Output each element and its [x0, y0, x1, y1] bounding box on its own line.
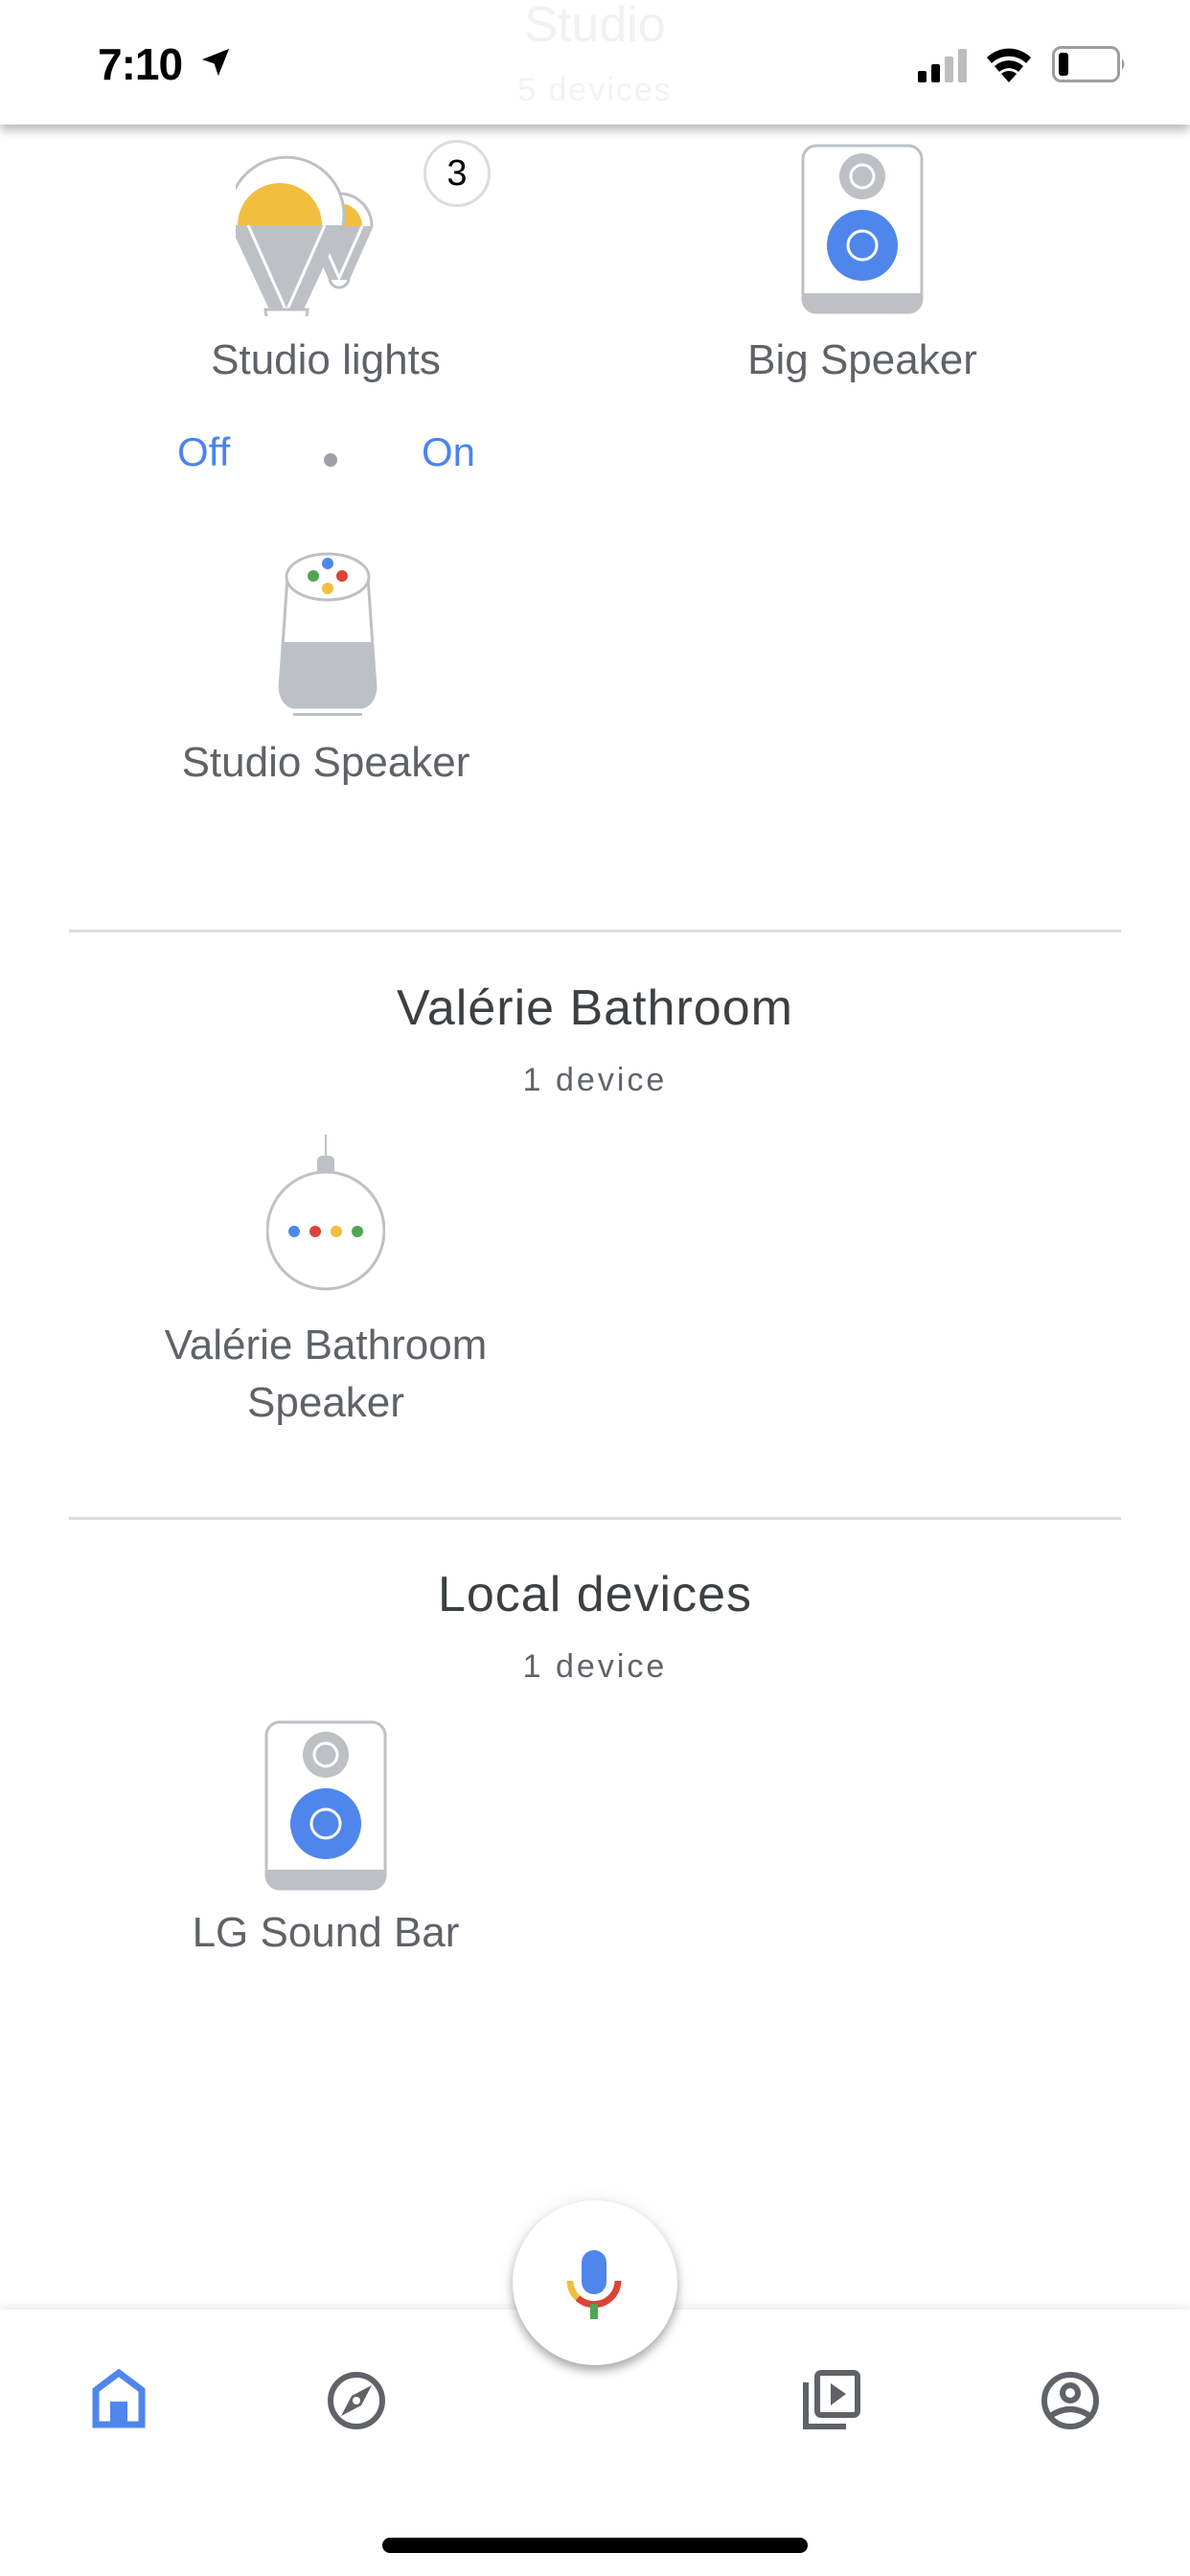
room-title: Valérie Bathroom [397, 980, 793, 1036]
lights-on-button[interactable]: On [422, 429, 475, 475]
top-header: Studio 5 devices 7:10 [0, 0, 1190, 125]
google-home-speaker-icon [278, 552, 378, 716]
toggle-separator-dot [324, 453, 337, 467]
device-label-line2: Speaker [247, 1379, 404, 1426]
device-tile-studio-speaker[interactable]: Studio Speaker [134, 546, 517, 795]
speaker-icon [801, 144, 924, 314]
device-label-studio-lights: Studio lights [211, 336, 441, 383]
home-icon[interactable] [86, 2367, 153, 2434]
google-assistant-mic-icon [566, 2250, 622, 2319]
battery-low-icon [1052, 46, 1125, 82]
device-tile-lg-sound-bar[interactable]: LG Sound Bar [134, 1720, 517, 1969]
account-circle-icon[interactable] [1037, 2367, 1104, 2434]
device-tile-big-speaker[interactable]: Big Speaker [671, 144, 1054, 393]
speaker-icon [264, 1720, 387, 1891]
google-home-mini-icon [266, 1135, 385, 1291]
section-divider [69, 930, 1121, 932]
section-divider [69, 1517, 1121, 1520]
home-indicator[interactable] [382, 2538, 808, 2553]
device-label-studio-speaker: Studio Speaker [181, 739, 470, 786]
assistant-mic-button[interactable] [513, 2200, 677, 2365]
device-tile-valerie-bathroom-speaker[interactable]: Valérie Bathroom Speaker [134, 1135, 517, 1441]
device-label-lg-sound-bar: LG Sound Bar [192, 1909, 460, 1956]
device-label-big-speaker: Big Speaker [747, 336, 977, 383]
status-time: 7:10 [98, 39, 183, 89]
room-device-count: 1 device [522, 1062, 668, 1098]
location-arrow-icon [201, 48, 230, 77]
room-device-count: 1 device [522, 1648, 668, 1685]
light-bulb-group-icon [236, 155, 374, 316]
compass-icon[interactable] [323, 2367, 390, 2434]
wifi-icon [987, 48, 1031, 82]
media-library-icon[interactable] [798, 2367, 865, 2434]
room-title: Local devices [437, 1567, 753, 1622]
device-count-badge: 3 [423, 140, 491, 207]
lights-off-button[interactable]: Off [177, 429, 230, 475]
device-label-line1: Valérie Bathroom [164, 1322, 488, 1368]
cellular-signal-icon [918, 49, 967, 82]
